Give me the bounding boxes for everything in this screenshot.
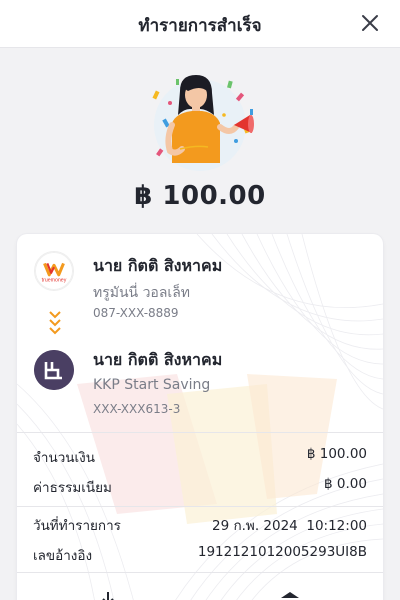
receiver-name: นาย กิตติ สิงหาคม [93, 350, 223, 369]
amount-value: ฿ 100.00 [306, 446, 367, 462]
date-value: 29 ก.พ. 2024 10:12:00 [212, 514, 367, 536]
action-bar [17, 590, 383, 600]
kkp-logo [34, 350, 74, 390]
fee-row: ค่าธรรมเนียม ฿ 0.00 [33, 476, 367, 496]
success-hero: ฿ 100.00 [0, 49, 400, 229]
sender-name: นาย กิตติ สิงหาคม [93, 256, 223, 275]
bank-icon[interactable] [279, 590, 301, 600]
date-text: 29 ก.พ. 2024 [211, 518, 298, 534]
sender-section: truemoney นาย กิตติ สิงหาคม ทรูมันนี่ วอ… [17, 234, 383, 334]
sender-phone: 087-XXX-8889 [93, 306, 179, 320]
receiver-account: XXX-XXX613-3 [93, 402, 181, 416]
sender-wallet: ทรูมันนี่ วอลเล็ท [93, 285, 191, 301]
reference-label: เลขอ้างอิง [33, 548, 93, 564]
divider [17, 432, 383, 433]
transfer-amount: ฿ 100.00 [134, 181, 266, 211]
amount-label: จำนวนเงิน [33, 450, 95, 466]
time-text: 10:12:00 [306, 518, 367, 534]
close-icon[interactable] [358, 11, 382, 35]
receiver-bank: KKP Start Saving [93, 377, 211, 393]
transaction-card: truemoney นาย กิตติ สิงหาคม ทรูมันนี่ วอ… [17, 234, 383, 600]
truemoney-logo: truemoney [34, 251, 74, 291]
fee-label: ค่าธรรมเนียม [33, 480, 112, 496]
fee-value: ฿ 0.00 [324, 476, 367, 492]
download-icon[interactable] [97, 590, 119, 600]
divider [17, 572, 383, 573]
header-bar: ทำรายการสำเร็จ [0, 0, 400, 48]
reference-row: เลขอ้างอิง 191212101200529​3UI8B [33, 544, 367, 564]
date-row: วันที่ทำรายการ 29 ก.พ. 2024 10:12:00 [33, 514, 367, 534]
divider [17, 506, 383, 507]
amount-row: จำนวนเงิน ฿ 100.00 [33, 446, 367, 466]
reference-value: 191212101200529​3UI8B [197, 544, 367, 560]
truemoney-logo-text: truemoney [42, 277, 67, 283]
celebration-illustration [152, 75, 254, 171]
receiver-section: นาย กิตติ สิงหาคม KKP Start Saving XXX-X… [17, 334, 383, 424]
page-title: ทำรายการสำเร็จ [138, 16, 262, 36]
transfer-direction-icon [49, 311, 61, 335]
date-label: วันที่ทำรายการ [33, 518, 121, 534]
